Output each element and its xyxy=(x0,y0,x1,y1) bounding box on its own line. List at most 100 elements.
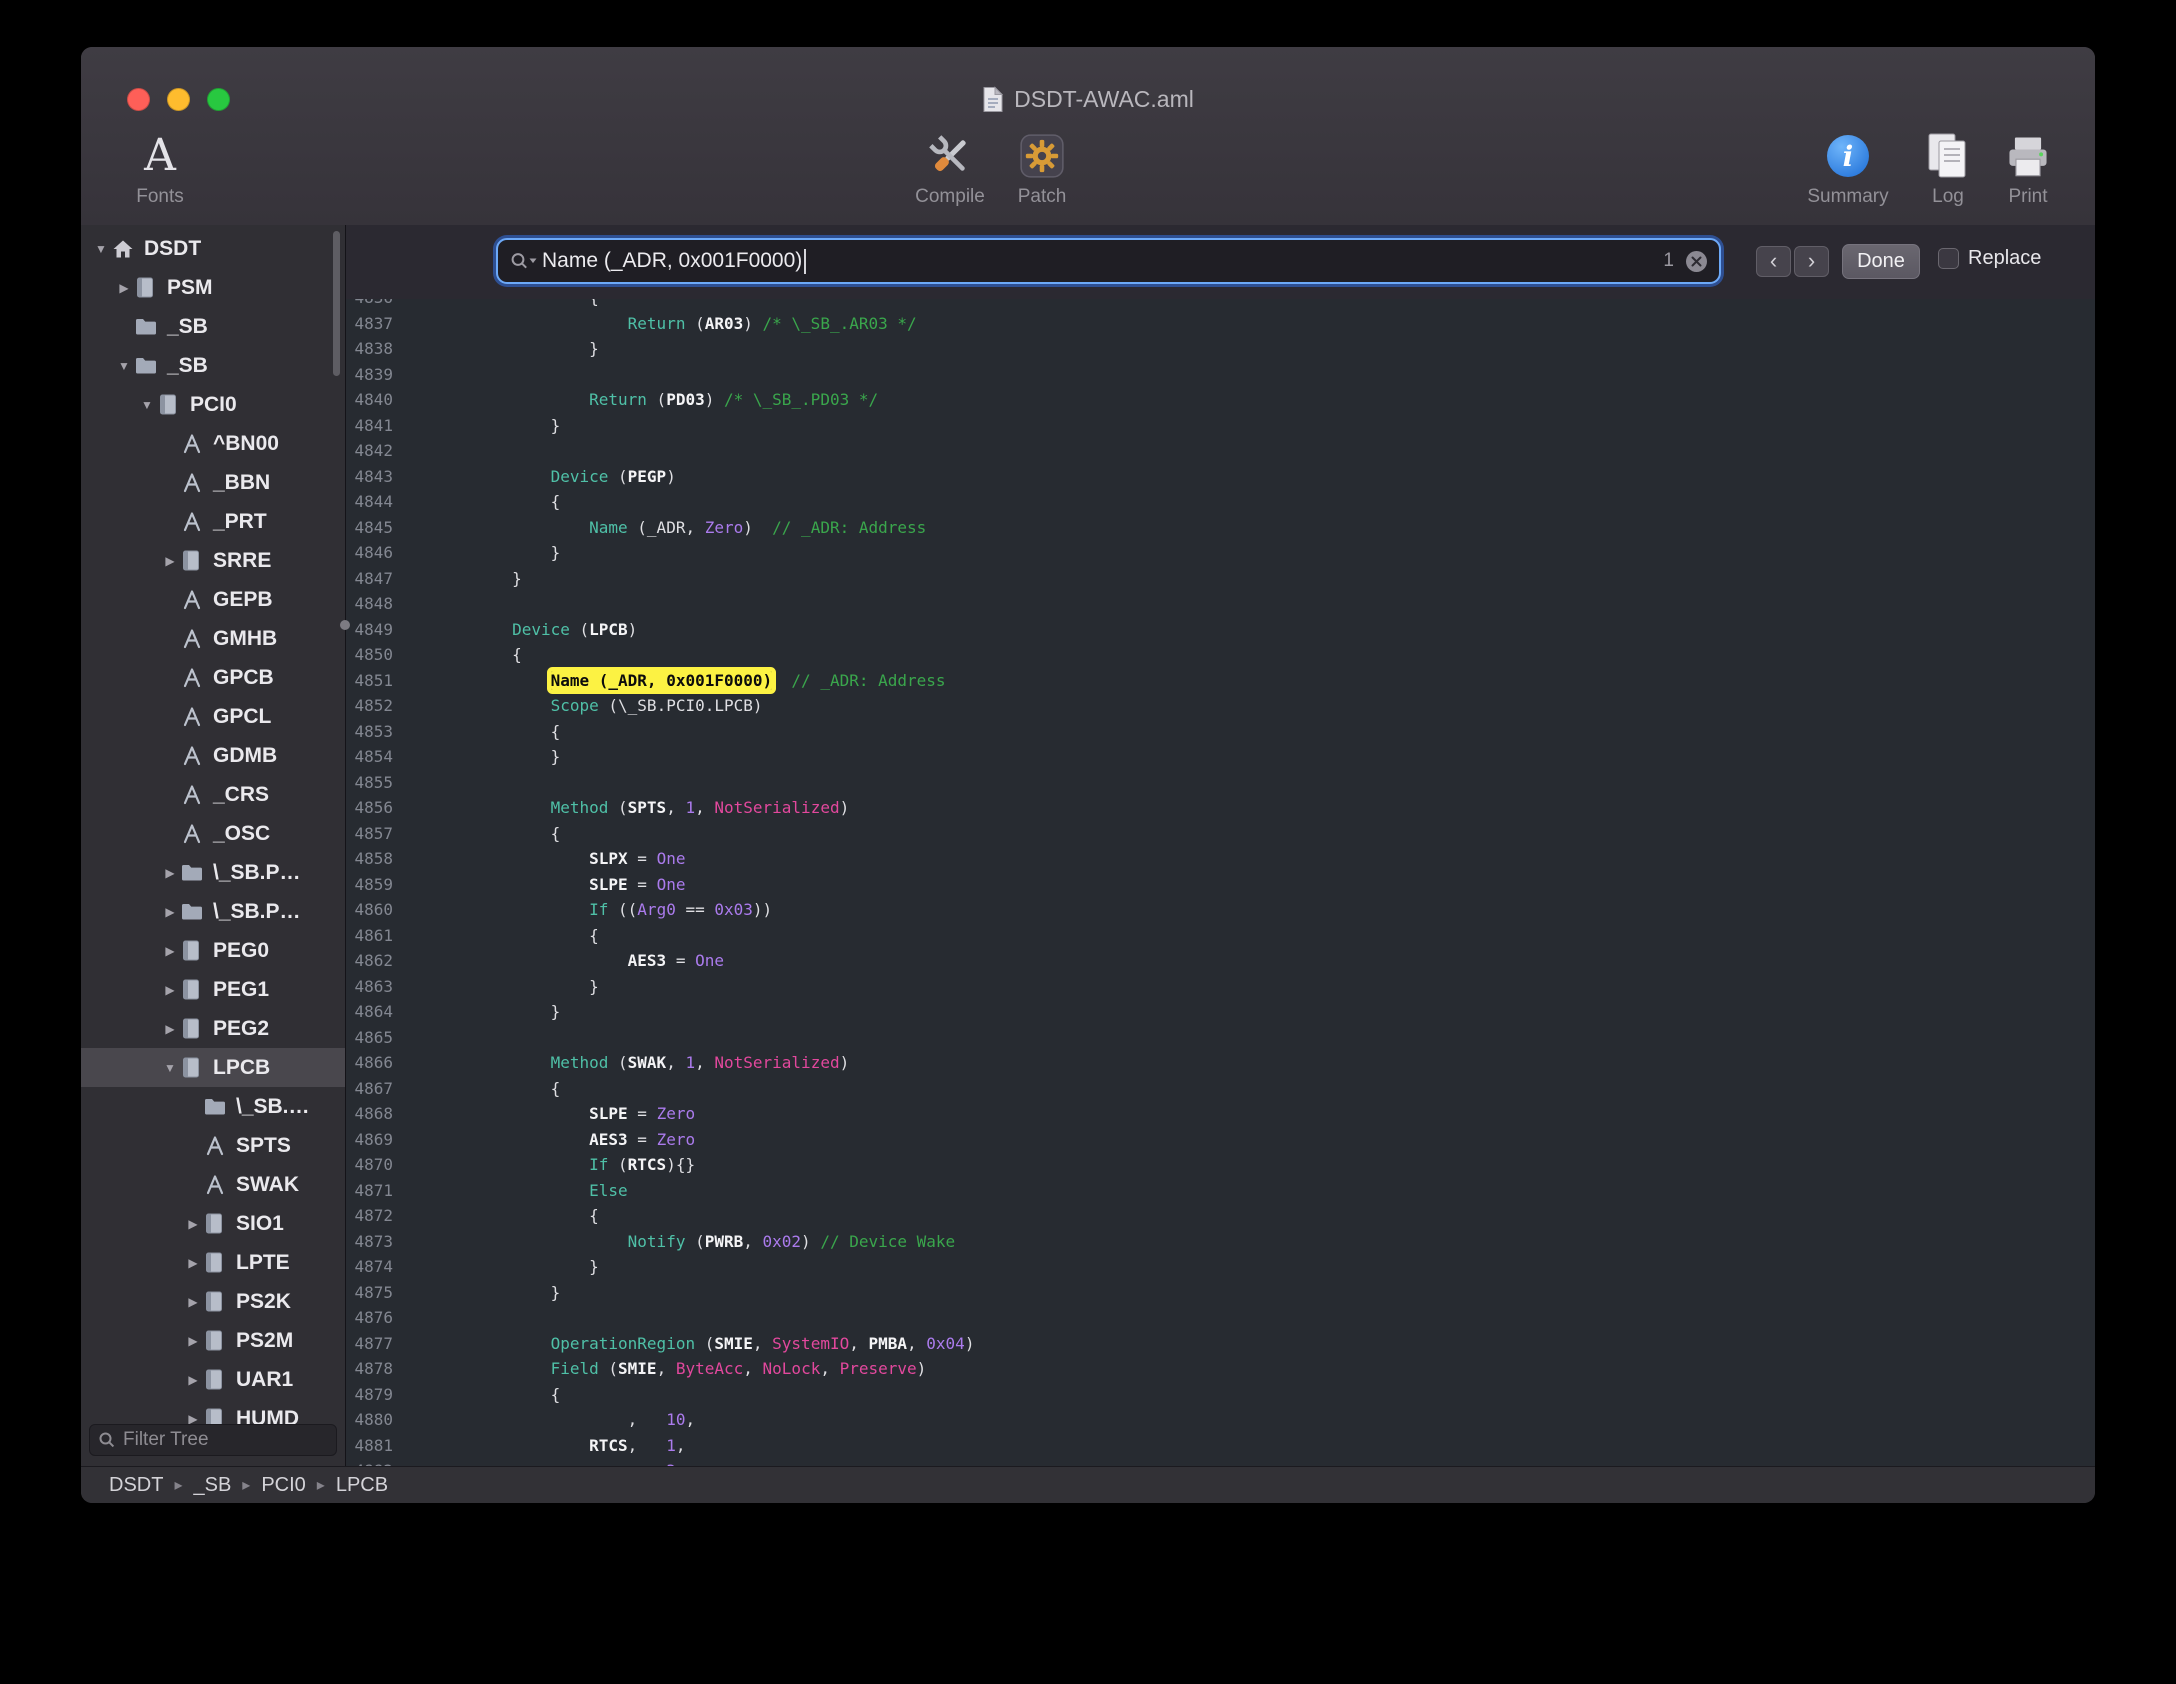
code-line[interactable]: 4839 xyxy=(346,362,2095,388)
code-line[interactable]: 4850 { xyxy=(346,642,2095,668)
code-line[interactable]: 4866 Method (SWAK, 1, NotSerialized) xyxy=(346,1050,2095,1076)
previous-match-button[interactable]: ‹ xyxy=(1756,246,1791,277)
tree-item-dsdt[interactable]: ▼DSDT xyxy=(81,229,345,268)
filter-tree-input[interactable]: Filter Tree xyxy=(89,1424,337,1456)
code-line[interactable]: 4838 } xyxy=(346,336,2095,362)
disclosure-triangle[interactable]: ▶ xyxy=(160,944,180,958)
tree-item-sb[interactable]: _SB xyxy=(81,307,345,346)
code-line[interactable]: 4854 } xyxy=(346,744,2095,770)
code-line[interactable]: 4847 } xyxy=(346,566,2095,592)
code-line[interactable]: 4879 { xyxy=(346,1382,2095,1408)
sidebar-scrollbar[interactable] xyxy=(333,231,340,376)
tree-item-spts[interactable]: SPTS xyxy=(81,1126,345,1165)
tree-item-pci0[interactable]: ▼PCI0 xyxy=(81,385,345,424)
disclosure-triangle[interactable]: ▶ xyxy=(183,1373,203,1387)
tree-item-gmhb[interactable]: GMHB xyxy=(81,619,345,658)
tree-item-peg0[interactable]: ▶PEG0 xyxy=(81,931,345,970)
disclosure-triangle[interactable]: ▶ xyxy=(160,983,180,997)
code-line[interactable]: 4865 xyxy=(346,1025,2095,1051)
next-match-button[interactable]: › xyxy=(1794,246,1829,277)
disclosure-triangle[interactable]: ▼ xyxy=(114,359,134,373)
code-line[interactable]: 4851 Name (_ADR, 0x001F0000) // _ADR: Ad… xyxy=(346,668,2095,694)
tree-item-srre[interactable]: ▶SRRE xyxy=(81,541,345,580)
tree-item-sbp[interactable]: ▶\_SB.P… xyxy=(81,853,345,892)
code-line[interactable]: 4881 RTCS, 1, xyxy=(346,1433,2095,1459)
patch-button[interactable]: Patch xyxy=(977,129,1107,208)
tree-item-bn00[interactable]: ^BN00 xyxy=(81,424,345,463)
code-line[interactable]: 4836 { xyxy=(346,299,2095,311)
code-line[interactable]: 4864 } xyxy=(346,999,2095,1025)
disclosure-triangle[interactable]: ▼ xyxy=(137,398,157,412)
tree-item-gpcb[interactable]: GPCB xyxy=(81,658,345,697)
disclosure-triangle[interactable]: ▶ xyxy=(183,1334,203,1348)
tree-item-ps2k[interactable]: ▶PS2K xyxy=(81,1282,345,1321)
code-line[interactable]: 4869 AES3 = Zero xyxy=(346,1127,2095,1153)
code-line[interactable]: 4842 xyxy=(346,438,2095,464)
code-line[interactable]: 4853 { xyxy=(346,719,2095,745)
tree-item-lpte[interactable]: ▶LPTE xyxy=(81,1243,345,1282)
code-line[interactable]: 4856 Method (SPTS, 1, NotSerialized) xyxy=(346,795,2095,821)
code-line[interactable]: 4860 If ((Arg0 == 0x03)) xyxy=(346,897,2095,923)
disclosure-triangle[interactable]: ▶ xyxy=(160,554,180,568)
code-line[interactable]: 4877 OperationRegion (SMIE, SystemIO, PM… xyxy=(346,1331,2095,1357)
tree-item-gepb[interactable]: GEPB xyxy=(81,580,345,619)
code-line[interactable]: 4882 , 3, xyxy=(346,1458,2095,1466)
pane-splitter-handle[interactable] xyxy=(340,620,350,630)
tree-item-osc[interactable]: _OSC xyxy=(81,814,345,853)
code-editor[interactable]: 4836 {4837 Return (AR03) /* \_SB_.AR03 *… xyxy=(346,299,2095,1466)
disclosure-triangle[interactable]: ▼ xyxy=(91,242,111,256)
tree-item-sb[interactable]: \_SB.… xyxy=(81,1087,345,1126)
code-line[interactable]: 4843 Device (PEGP) xyxy=(346,464,2095,490)
tree-item-peg2[interactable]: ▶PEG2 xyxy=(81,1009,345,1048)
disclosure-triangle[interactable]: ▶ xyxy=(183,1295,203,1309)
code-line[interactable]: 4867 { xyxy=(346,1076,2095,1102)
breadcrumb-item-pci0[interactable]: PCI0 xyxy=(261,1474,305,1497)
code-line[interactable]: 4845 Name (_ADR, Zero) // _ADR: Address xyxy=(346,515,2095,541)
tree-item-crs[interactable]: _CRS xyxy=(81,775,345,814)
code-line[interactable]: 4859 SLPE = One xyxy=(346,872,2095,898)
code-line[interactable]: 4874 } xyxy=(346,1254,2095,1280)
disclosure-triangle[interactable]: ▶ xyxy=(183,1256,203,1270)
breadcrumb-item-dsdt[interactable]: DSDT xyxy=(109,1474,163,1497)
tree-item-gdmb[interactable]: GDMB xyxy=(81,736,345,775)
done-button[interactable]: Done xyxy=(1842,244,1920,279)
tree-item-sbp[interactable]: ▶\_SB.P… xyxy=(81,892,345,931)
disclosure-triangle[interactable]: ▼ xyxy=(160,1061,180,1075)
code-line[interactable]: 4872 { xyxy=(346,1203,2095,1229)
disclosure-triangle[interactable]: ▶ xyxy=(183,1217,203,1231)
code-line[interactable]: 4848 xyxy=(346,591,2095,617)
tree-item-uar1[interactable]: ▶UAR1 xyxy=(81,1360,345,1399)
code-line[interactable]: 4880 , 10, xyxy=(346,1407,2095,1433)
print-button[interactable]: Print xyxy=(1963,129,2093,208)
find-input[interactable]: Name (_ADR, 0x001F0000) 1 xyxy=(496,238,1721,284)
code-line[interactable]: 4855 xyxy=(346,770,2095,796)
tree-item-peg1[interactable]: ▶PEG1 xyxy=(81,970,345,1009)
code-line[interactable]: 4858 SLPX = One xyxy=(346,846,2095,872)
code-line[interactable]: 4870 If (RTCS){} xyxy=(346,1152,2095,1178)
disclosure-triangle[interactable]: ▶ xyxy=(183,1412,203,1425)
disclosure-triangle[interactable]: ▶ xyxy=(160,866,180,880)
code-line[interactable]: 4852 Scope (\_SB.PCI0.LPCB) xyxy=(346,693,2095,719)
code-line[interactable]: 4857 { xyxy=(346,821,2095,847)
code-line[interactable]: 4868 SLPE = Zero xyxy=(346,1101,2095,1127)
disclosure-triangle[interactable]: ▶ xyxy=(114,281,134,295)
code-line[interactable]: 4876 xyxy=(346,1305,2095,1331)
search-menu-icon[interactable] xyxy=(510,251,538,271)
code-line[interactable]: 4873 Notify (PWRB, 0x02) // Device Wake xyxy=(346,1229,2095,1255)
code-line[interactable]: 4875 } xyxy=(346,1280,2095,1306)
code-line[interactable]: 4861 { xyxy=(346,923,2095,949)
tree-item-swak[interactable]: SWAK xyxy=(81,1165,345,1204)
breadcrumb-item-sb[interactable]: _SB xyxy=(193,1474,231,1497)
code-line[interactable]: 4878 Field (SMIE, ByteAcc, NoLock, Prese… xyxy=(346,1356,2095,1382)
disclosure-triangle[interactable]: ▶ xyxy=(160,905,180,919)
breadcrumb-item-lpcb[interactable]: LPCB xyxy=(336,1474,388,1497)
code-line[interactable]: 4837 Return (AR03) /* \_SB_.AR03 */ xyxy=(346,311,2095,337)
code-line[interactable]: 4841 } xyxy=(346,413,2095,439)
code-line[interactable]: 4846 } xyxy=(346,540,2095,566)
tree-item-prt[interactable]: _PRT xyxy=(81,502,345,541)
code-line[interactable]: 4849 Device (LPCB) xyxy=(346,617,2095,643)
clear-search-button[interactable] xyxy=(1686,251,1707,272)
tree-item-bbn[interactable]: _BBN xyxy=(81,463,345,502)
tree-item-gpcl[interactable]: GPCL xyxy=(81,697,345,736)
code-line[interactable]: 4844 { xyxy=(346,489,2095,515)
